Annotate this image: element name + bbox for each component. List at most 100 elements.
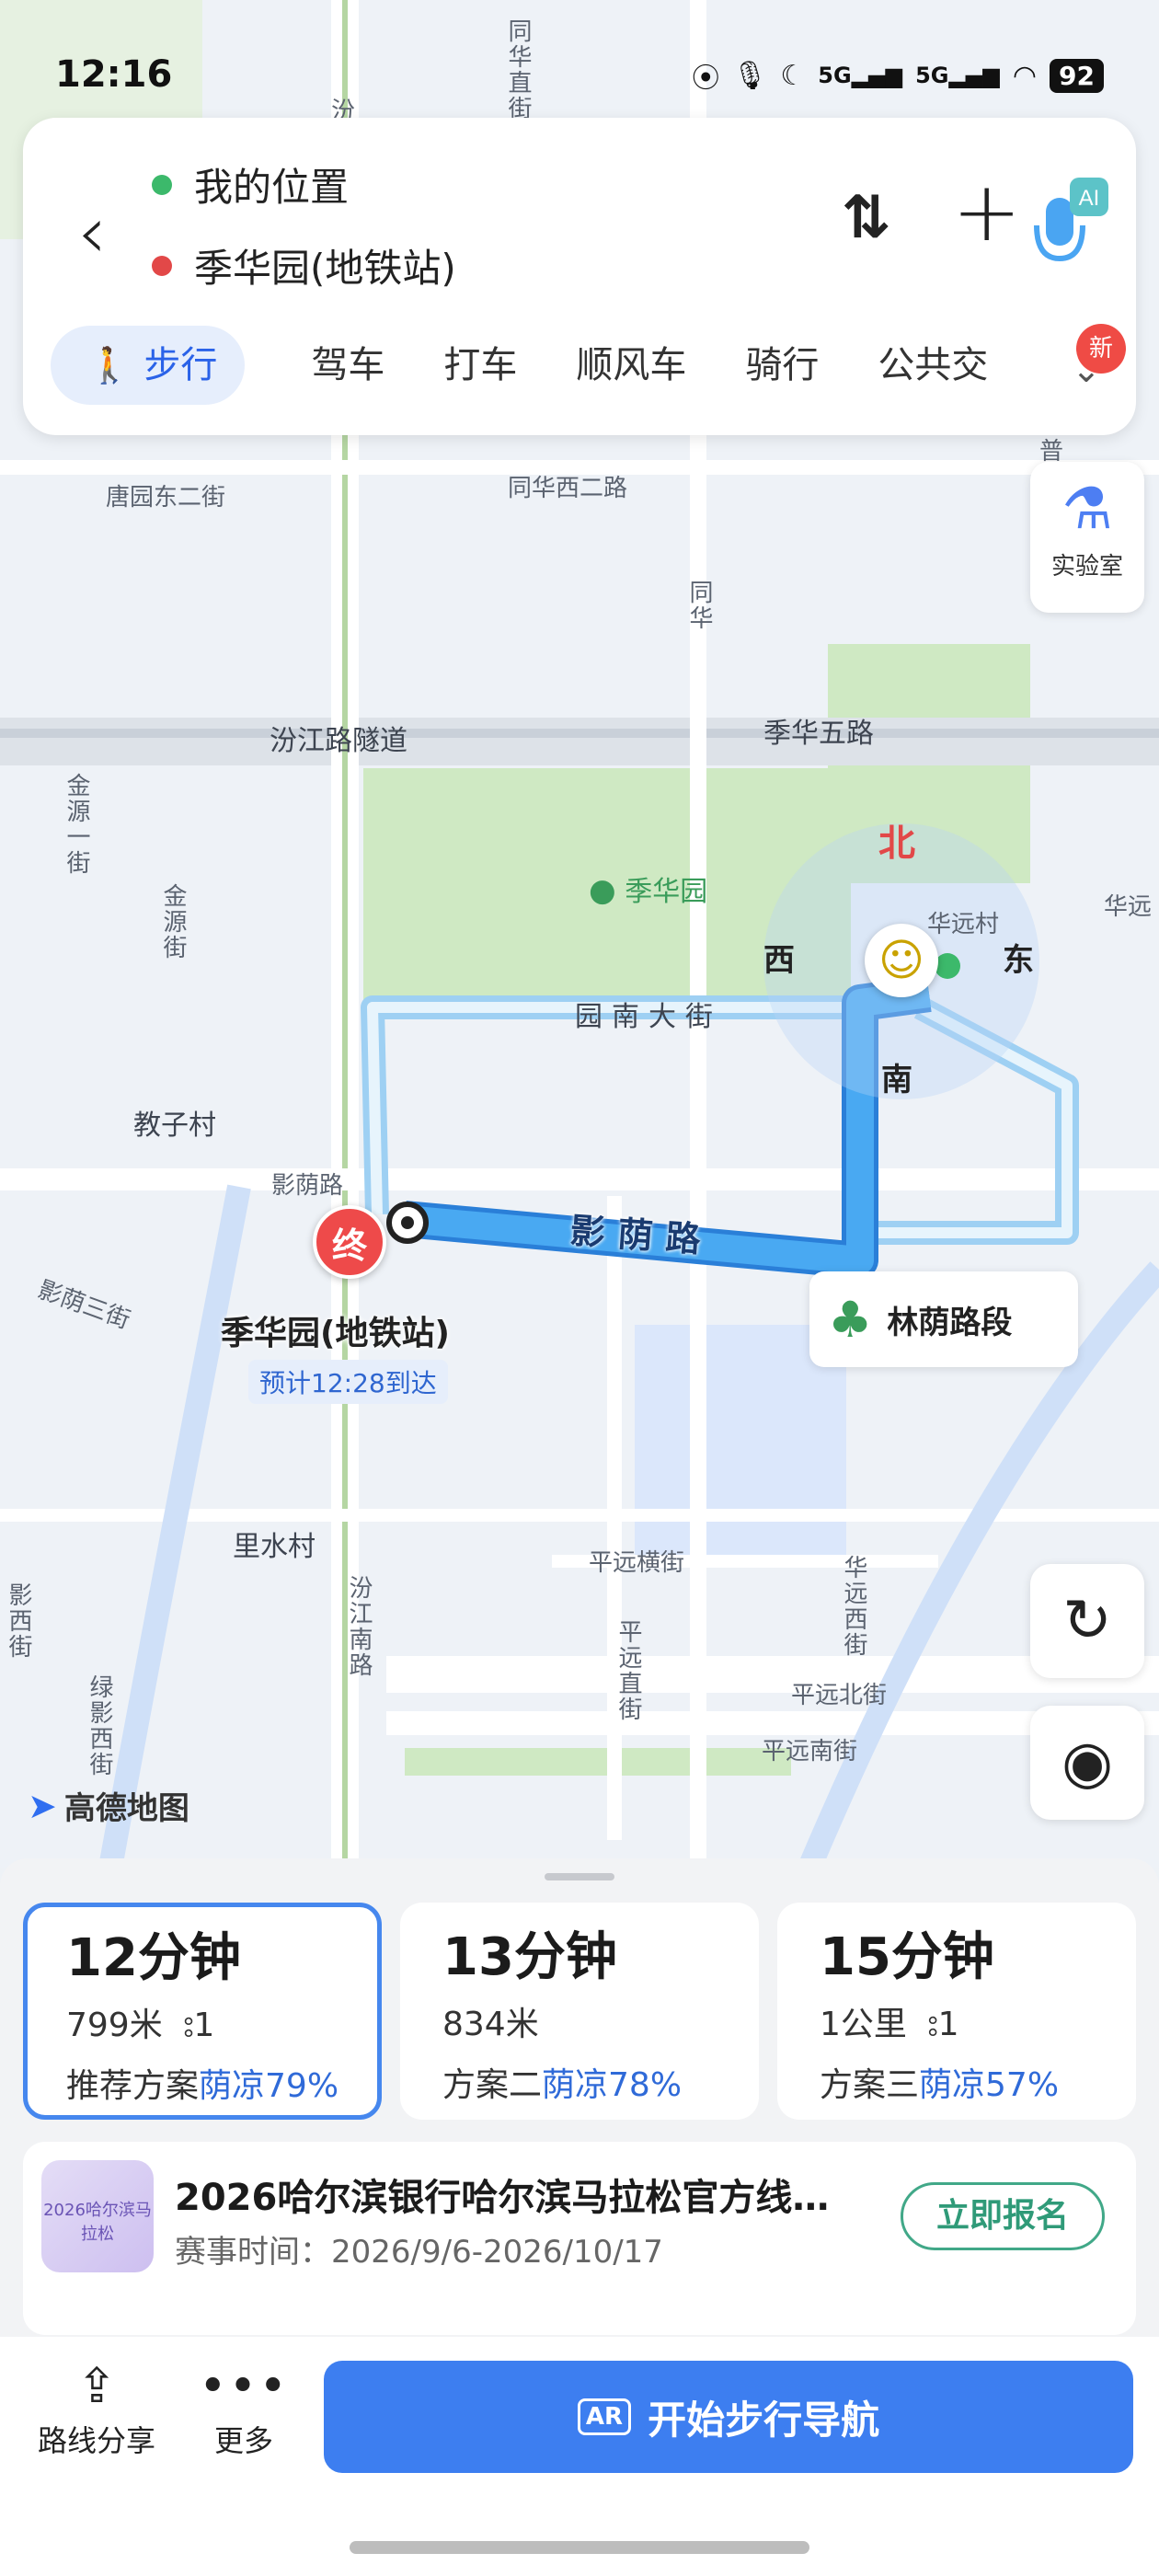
map-label-jinyuan-st: 金源街 (159, 883, 187, 960)
route-share-button[interactable]: ⇪ 路线分享 (28, 2359, 166, 2460)
route-time: 15分钟 (820, 1927, 994, 1987)
map-label-fenjiang-nan: 汾江南路 (345, 1575, 373, 1678)
map-label-pingyuan-heng: 平远横街 (589, 1549, 685, 1577)
destination-marker[interactable]: 终 (313, 1205, 386, 1279)
lab-label: 实验室 (1050, 553, 1123, 581)
ad-thumbnail-text: 2026哈尔滨马拉松 (43, 2201, 152, 2244)
walk-icon: 🚶 (87, 345, 132, 385)
back-button[interactable]: ‹ (60, 191, 124, 274)
route-plan-label: 方案二 (442, 2066, 543, 2104)
lab-button[interactable]: ⚗ 实验室 (1030, 462, 1144, 613)
route-lights: 1 (937, 2006, 959, 2043)
ad-thumbnail: 2026哈尔滨马拉松 (41, 2160, 154, 2272)
route-start-point-icon (386, 1202, 429, 1244)
map-label-tongxi: 同华西二路 (508, 475, 628, 502)
destination-label: 季华园(地铁站) (194, 246, 456, 291)
route-option-2[interactable]: 13分钟 834米 方案二荫凉78% (400, 1903, 759, 2120)
origin-dot-icon (152, 174, 172, 195)
ar-icon: AR (577, 2398, 632, 2435)
compass-south: 南 (881, 1062, 912, 1098)
origin-row[interactable]: 我的位置 (152, 156, 349, 213)
tab-taxi[interactable]: 打车 (414, 326, 546, 405)
route-shade: 荫凉78% (542, 2066, 683, 2104)
map-label-yuannan: 园南大街 (575, 1001, 722, 1033)
sheet-handle[interactable] (545, 1873, 614, 1880)
traffic-light-icon: ⦂ (183, 2007, 194, 2044)
mic-status-icon: 🎙 (732, 59, 768, 92)
wifi-icon: ◠ (1012, 59, 1038, 92)
map-label-lv-ying: 绿影西街 (86, 1674, 113, 1777)
start-navigation-label: 开始步行导航 (648, 2397, 880, 2443)
battery-icon: 92 (1050, 58, 1104, 93)
map-label-pingyuan-bei: 平远北街 (791, 1682, 888, 1709)
tab-walk[interactable]: 🚶 步行 (51, 326, 246, 405)
share-icon: ⇪ (76, 2359, 117, 2414)
transport-tabs: 🚶 步行 驾车 打车 顺风车 骑行 公共交 (51, 326, 988, 405)
amap-arrow-icon: ➤ (28, 1785, 57, 1826)
map-label-tonghua-v2: 同华 (685, 580, 713, 631)
signal2-label: 5G (915, 63, 949, 88)
location-status-icon: ⦿ (692, 63, 720, 95)
signal-icon-2: 5G▂▄▆ (915, 63, 1000, 88)
map-label-huayuancun: 华远村 (927, 911, 1000, 938)
tab-bike[interactable]: 骑行 (716, 326, 848, 405)
home-indicator[interactable] (350, 2541, 809, 2554)
shade-segment-label: 林荫路段 (887, 1304, 1013, 1341)
route-shade: 荫凉79% (199, 2067, 339, 2105)
status-icons: ⦿ 🎙 ☾ 5G▂▄▆ 5G▂▄▆ ◠ 92 (692, 55, 1104, 96)
tab-transit[interactable]: 公共交 (848, 326, 988, 405)
compass-north: 北 (878, 822, 915, 865)
map-label-tonghua-v: 同华直街 (504, 18, 532, 121)
traffic-light-icon: ⦂ (927, 2006, 938, 2043)
route-plan-label: 推荐方案 (66, 2067, 200, 2105)
more-button[interactable]: ••• 更多 (184, 2359, 304, 2460)
amap-logo: ➤ 高德地图 (28, 1783, 189, 1828)
marathon-ad-card[interactable]: 2026哈尔滨马拉松 2026哈尔滨银行哈尔滨马拉松官方线… 赛事时间：2026… (23, 2142, 1136, 2335)
map-label-lishui: 里水村 (233, 1531, 316, 1563)
map-label-huayuan-xi: 华远西街 (840, 1555, 867, 1658)
swap-route-button[interactable]: ⇅ (842, 184, 891, 252)
eta-label: 预计12:28到达 (248, 1360, 448, 1404)
route-distance-value: 799米 (66, 2007, 163, 2044)
register-button[interactable]: 立即报名 (901, 2182, 1105, 2250)
tree-icon: ♣ (828, 1290, 873, 1349)
destination-name-label[interactable]: 季华园(地铁站) (221, 1306, 450, 1354)
current-location-avatar-icon[interactable]: ☺ (865, 924, 938, 997)
tab-carpool[interactable]: 顺风车 (546, 326, 716, 405)
route-share-label: 路线分享 (37, 2423, 155, 2458)
route-option-1[interactable]: 12分钟 799米 ⦂1 推荐方案荫凉79% (23, 1903, 382, 2120)
map-label-fenjiang-tunnel: 汾江路隧道 (270, 725, 407, 757)
compass-west: 西 (763, 942, 795, 979)
more-dots-icon: ••• (198, 2359, 289, 2414)
map-label-jihuayuan: ● 季华园 (589, 872, 708, 909)
road-fenjiang (0, 718, 1159, 765)
map-label-yingyin-small: 影荫路 (271, 1172, 344, 1200)
route-plan: 方案二荫凉78% (442, 2058, 759, 2106)
route-distance: 1公里 ⦂1 (820, 1997, 1136, 2045)
route-time: 13分钟 (442, 1927, 617, 1987)
tab-drive[interactable]: 驾车 (281, 326, 414, 405)
route-header-card: ‹ 我的位置 季华园(地铁站) ⇅ + AI 🚶 步行 驾车 打车 顺风车 骑行 … (23, 118, 1136, 435)
add-waypoint-button[interactable]: + (952, 171, 1021, 254)
destination-row[interactable]: 季华园(地铁站) (152, 237, 456, 293)
locate-button[interactable]: ◉ (1030, 1706, 1144, 1820)
more-label: 更多 (213, 2423, 273, 2458)
refresh-button[interactable]: ↻ (1030, 1564, 1144, 1678)
map-label-pingyuan-nan: 平远南街 (762, 1738, 858, 1765)
route-distance: 834米 (442, 1997, 759, 2045)
map-label-tangyuan: 唐园东二街 (106, 484, 226, 512)
origin-label: 我的位置 (194, 165, 350, 210)
map-label-pingyuan-v: 平远直街 (614, 1619, 642, 1722)
start-walk-navigation-button[interactable]: AR 开始步行导航 (324, 2361, 1133, 2473)
map-label-jinyuan1: 金源一街 (63, 773, 90, 876)
route-distance-value: 1公里 (820, 2006, 907, 2043)
route-option-3[interactable]: 15分钟 1公里 ⦂1 方案三荫凉57% (777, 1903, 1136, 2120)
ai-mic-icon: AI (1034, 178, 1108, 262)
tab-walk-label: 步行 (143, 344, 218, 386)
ai-voice-button[interactable]: AI (1026, 178, 1108, 270)
shade-segment-tag[interactable]: ♣ 林荫路段 (809, 1271, 1078, 1367)
ad-time: 赛事时间：2026/9/6-2026/10/17 (175, 2234, 663, 2271)
route-plan: 推荐方案荫凉79% (66, 2059, 377, 2107)
flask-icon: ⚗ (1061, 475, 1113, 542)
compass-east: 东 (1003, 942, 1034, 979)
